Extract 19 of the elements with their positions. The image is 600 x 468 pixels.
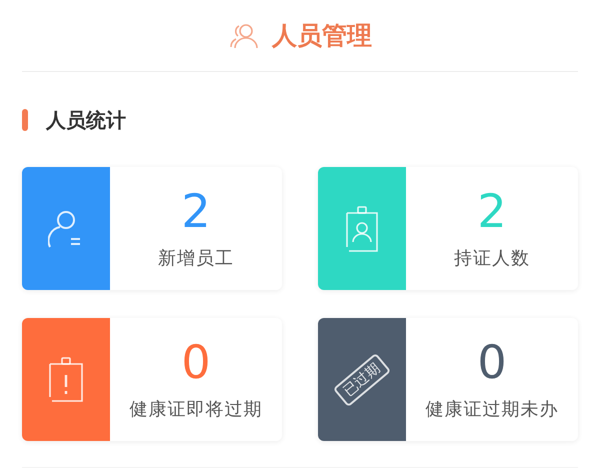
page-title: 人员管理	[272, 20, 372, 52]
stat-label: 健康证即将过期	[130, 398, 262, 422]
stat-label: 持证人数	[454, 247, 530, 271]
stat-card[interactable]: 2 持证人数	[318, 167, 578, 290]
section-title: 人员统计	[46, 107, 126, 134]
id-badge-icon	[345, 206, 379, 252]
section-marker	[22, 109, 28, 131]
stat-value: 0	[477, 336, 507, 388]
stat-card[interactable]: 已过期 0 健康证过期未办	[318, 318, 578, 441]
stat-card[interactable]: 2 新增员工	[22, 167, 282, 290]
alert-tag-icon	[48, 356, 84, 402]
people-icon	[228, 22, 260, 48]
stat-value: 2	[181, 185, 211, 237]
stat-value: 0	[181, 336, 211, 388]
expired-stamp-icon: 已过期	[332, 352, 392, 407]
stat-label: 新增员工	[158, 247, 234, 271]
stat-label: 健康证过期未办	[426, 398, 558, 422]
stat-card[interactable]: 0 健康证即将过期	[22, 318, 282, 441]
stat-value: 2	[477, 185, 507, 237]
